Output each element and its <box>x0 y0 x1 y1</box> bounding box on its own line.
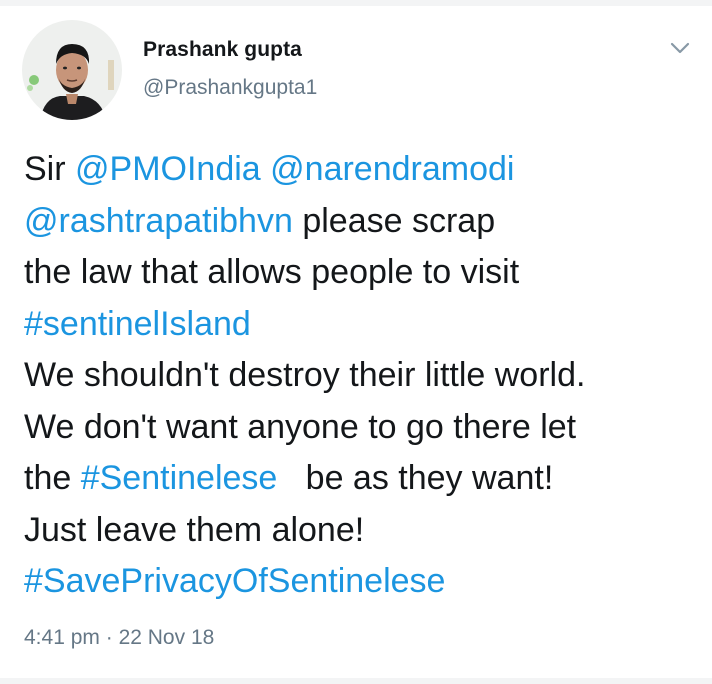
top-divider <box>0 0 712 6</box>
tweet-line: Sir @PMOIndia @narendramodi <box>24 144 704 196</box>
mention-link[interactable]: @rashtrapatibhvn <box>24 202 293 240</box>
tweet-text: Sir @PMOIndia @narendramodi @rashtrapatib… <box>24 144 704 608</box>
author-display-name[interactable]: Prashank gupta <box>143 38 302 62</box>
bottom-divider <box>0 678 712 684</box>
avatar[interactable] <box>22 20 122 120</box>
tweet-text-segment: Sir <box>24 150 75 188</box>
tweet-text-segment: please scrap <box>292 201 496 240</box>
tweet-text-segment: Just leave them alone! <box>24 510 365 549</box>
tweet-line: We shouldn't destroy their little world. <box>24 350 704 402</box>
hashtag-link[interactable]: #SavePrivacyOfSentinelese <box>24 562 445 600</box>
avatar-image <box>22 20 122 120</box>
tweet-date: 22 Nov 18 <box>118 626 215 649</box>
tweet-line: We don't want anyone to go there let <box>24 402 704 454</box>
tweet-line: the law that allows people to visit <box>24 247 704 299</box>
tweet-text-segment: be as they want! <box>277 459 554 497</box>
tweet-line: #sentinelIsland <box>24 299 704 351</box>
tweet-text-segment: the <box>24 459 81 497</box>
tweet-text-segment: We shouldn't destroy their little world. <box>24 356 586 394</box>
tweet-line: Just leave them alone! <box>24 505 704 557</box>
timestamp-separator: · <box>105 626 113 649</box>
tweet-line: @rashtrapatibhvn please scrap <box>24 196 704 248</box>
mention-link[interactable]: @narendramodi <box>270 150 514 188</box>
tweet-card: Prashank gupta @Prashankgupta1 Sir @PMOI… <box>0 0 712 684</box>
hashtag-link[interactable]: #sentinelIsland <box>24 305 251 343</box>
tweet-timestamp[interactable]: 4:41 pm · 22 Nov 18 <box>24 626 214 650</box>
tweet-text-segment: We don't want anyone to go there let <box>24 407 577 446</box>
tweet-text-segment: the law that allows people to visit <box>24 253 520 291</box>
author-handle[interactable]: @Prashankgupta1 <box>143 76 317 100</box>
tweet-time: 4:41 pm <box>24 626 100 649</box>
tweet-text-segment <box>261 150 270 188</box>
tweet-line: #SavePrivacyOfSentinelese <box>24 556 704 608</box>
chevron-down-icon[interactable] <box>668 38 692 58</box>
mention-link[interactable]: @PMOIndia <box>75 150 261 188</box>
hashtag-link[interactable]: #Sentinelese <box>81 459 278 497</box>
tweet-line: the #Sentinelese be as they want! <box>24 453 704 505</box>
